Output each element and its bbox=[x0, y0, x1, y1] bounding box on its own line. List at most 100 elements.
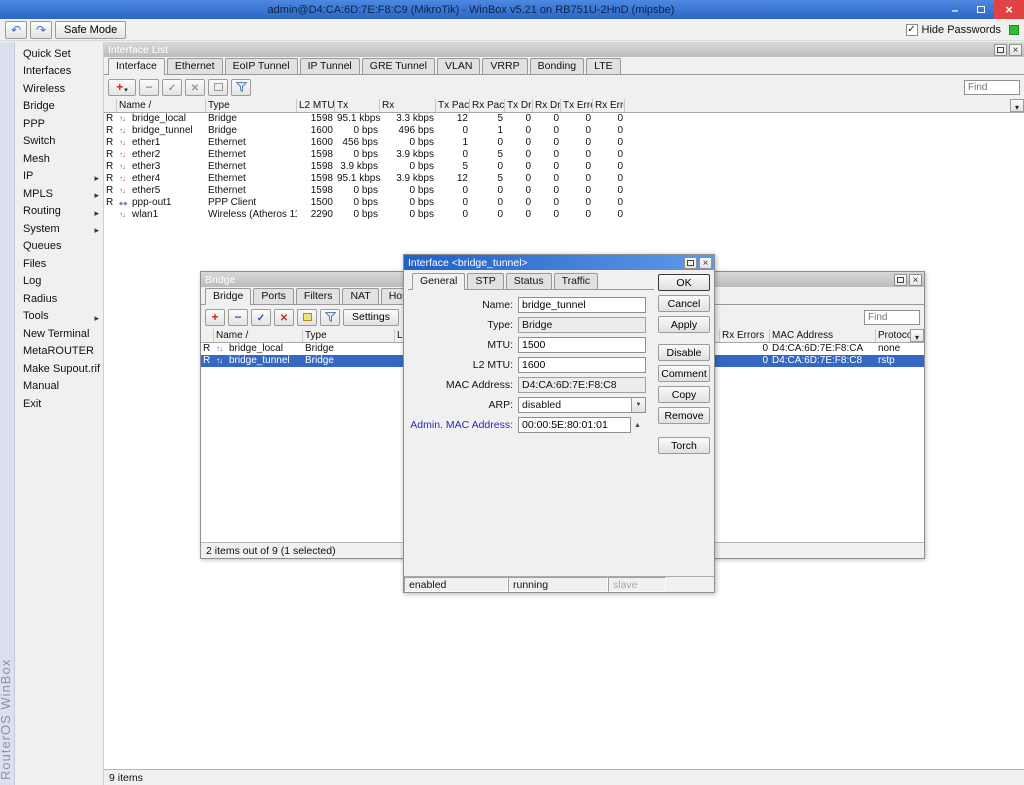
column-header-mac-address[interactable]: MAC Address bbox=[770, 329, 876, 342]
dialog-action-button[interactable]: OK bbox=[658, 274, 710, 291]
sidebar-item[interactable]: Tools bbox=[15, 308, 103, 326]
comment-button[interactable] bbox=[208, 79, 228, 96]
close-button[interactable] bbox=[994, 0, 1024, 19]
sidebar-item[interactable]: Quick Set bbox=[15, 45, 103, 63]
sidebar-item[interactable]: MPLS bbox=[15, 185, 103, 203]
dialog-action-button[interactable]: Cancel bbox=[658, 295, 710, 312]
name-input[interactable] bbox=[518, 297, 646, 313]
interface-row[interactable]: R ether2 Ethernet 1598 0 bps 3.9 kbps 0 … bbox=[104, 149, 1024, 161]
tab[interactable]: STP bbox=[467, 273, 503, 289]
interface-row[interactable]: R ether4 Ethernet 1598 95.1 kbps 3.9 kbp… bbox=[104, 173, 1024, 185]
tab[interactable]: NAT bbox=[342, 288, 378, 304]
column-header-rx-errors[interactable]: Rx Errors bbox=[720, 329, 770, 342]
hide-passwords-checkbox[interactable]: Hide Passwords bbox=[906, 24, 1001, 36]
tab[interactable]: VLAN bbox=[437, 58, 480, 74]
tab[interactable]: Status bbox=[506, 273, 552, 289]
column-header-rx-drops[interactable]: Rx Drops bbox=[533, 99, 561, 112]
column-header-name[interactable]: Name / bbox=[214, 329, 303, 342]
column-header-tx-errors[interactable]: Tx Errors bbox=[561, 99, 593, 112]
interface-row[interactable]: R bridge_local Bridge 1598 95.1 kbps 3.3… bbox=[104, 113, 1024, 125]
close-window-button[interactable] bbox=[1009, 44, 1022, 56]
column-selector-button[interactable] bbox=[910, 329, 924, 342]
close-window-button[interactable] bbox=[699, 257, 712, 269]
interface-list-titlebar[interactable]: Interface List bbox=[104, 42, 1024, 57]
sidebar-item[interactable]: Manual bbox=[15, 378, 103, 396]
minimize-button[interactable] bbox=[942, 0, 968, 19]
settings-button[interactable]: Settings bbox=[343, 309, 399, 326]
comment-button[interactable] bbox=[297, 309, 317, 326]
sidebar-item[interactable]: Routing bbox=[15, 203, 103, 221]
tab[interactable]: Bridge bbox=[205, 288, 251, 305]
column-header-type[interactable]: Type bbox=[303, 329, 395, 342]
sidebar-item[interactable]: Mesh bbox=[15, 150, 103, 168]
dialog-action-button[interactable]: Copy bbox=[658, 386, 710, 403]
interface-row[interactable]: R ether3 Ethernet 1598 3.9 kbps 0 bps 5 … bbox=[104, 161, 1024, 173]
dialog-titlebar[interactable]: Interface <bridge_tunnel> bbox=[404, 255, 714, 270]
arp-select[interactable]: disabled bbox=[518, 397, 646, 413]
remove-interface-button[interactable] bbox=[139, 79, 159, 96]
enable-interface-button[interactable] bbox=[162, 79, 182, 96]
close-window-button[interactable] bbox=[909, 274, 922, 286]
dialog-action-button[interactable]: Apply bbox=[658, 316, 710, 333]
tab[interactable]: IP Tunnel bbox=[300, 58, 360, 74]
maximize-button[interactable] bbox=[968, 0, 994, 19]
tab[interactable]: Filters bbox=[296, 288, 341, 304]
tab[interactable]: GRE Tunnel bbox=[362, 58, 435, 74]
sidebar-item[interactable]: System bbox=[15, 220, 103, 238]
l2mtu-input[interactable] bbox=[518, 357, 646, 373]
dialog-action-button[interactable]: Remove bbox=[658, 407, 710, 424]
interface-row[interactable]: R bridge_tunnel Bridge 1600 0 bps 496 bp… bbox=[104, 125, 1024, 137]
restore-window-button[interactable] bbox=[894, 274, 907, 286]
sidebar-item[interactable]: Switch bbox=[15, 133, 103, 151]
column-header-tx[interactable]: Tx bbox=[335, 99, 380, 112]
sidebar-item[interactable]: Queues bbox=[15, 238, 103, 256]
undo-button[interactable] bbox=[5, 21, 27, 39]
disable-bridge-button[interactable] bbox=[274, 309, 294, 326]
tab[interactable]: EoIP Tunnel bbox=[225, 58, 298, 74]
restore-window-button[interactable] bbox=[994, 44, 1007, 56]
tab[interactable]: VRRP bbox=[482, 58, 527, 74]
dialog-action-button[interactable]: Disable bbox=[658, 344, 710, 361]
sidebar-item[interactable]: Radius bbox=[15, 290, 103, 308]
column-header-tx-packets[interactable]: Tx Pac... bbox=[436, 99, 470, 112]
sidebar-item[interactable]: Make Supout.rif bbox=[15, 360, 103, 378]
tab[interactable]: Bonding bbox=[530, 58, 585, 74]
tab[interactable]: Ports bbox=[253, 288, 294, 304]
dialog-action-button[interactable]: Torch bbox=[658, 437, 710, 454]
sidebar-item[interactable]: Interfaces bbox=[15, 63, 103, 81]
tab[interactable]: LTE bbox=[586, 58, 620, 74]
sidebar-item[interactable]: Log bbox=[15, 273, 103, 291]
mtu-input[interactable] bbox=[518, 337, 646, 353]
filter-button[interactable] bbox=[320, 309, 340, 326]
app-titlebar[interactable]: admin@D4:CA:6D:7E:F8:C9 (MikroTik) - Win… bbox=[0, 0, 1024, 19]
redo-button[interactable] bbox=[30, 21, 52, 39]
column-header-type[interactable]: Type bbox=[206, 99, 297, 112]
column-header-rx[interactable]: Rx bbox=[380, 99, 436, 112]
safe-mode-button[interactable]: Safe Mode bbox=[55, 21, 126, 39]
column-header-rx-packets[interactable]: Rx Pac... bbox=[470, 99, 505, 112]
tab[interactable]: Traffic bbox=[554, 273, 599, 289]
add-interface-button[interactable] bbox=[108, 79, 136, 96]
restore-window-button[interactable] bbox=[684, 257, 697, 269]
sidebar-item[interactable]: Wireless bbox=[15, 80, 103, 98]
column-header-rx-errors[interactable]: Rx Errors bbox=[593, 99, 625, 112]
tab[interactable]: General bbox=[412, 273, 465, 290]
sidebar-item[interactable]: New Terminal bbox=[15, 325, 103, 343]
dialog-action-button[interactable]: Comment bbox=[658, 365, 710, 382]
sidebar-item[interactable]: IP bbox=[15, 168, 103, 186]
find-input[interactable] bbox=[864, 310, 920, 325]
remove-bridge-button[interactable] bbox=[228, 309, 248, 326]
filter-button[interactable] bbox=[231, 79, 251, 96]
interface-row[interactable]: R ppp-out1 PPP Client 1500 0 bps 0 bps 0… bbox=[104, 197, 1024, 209]
add-bridge-button[interactable] bbox=[205, 309, 225, 326]
sidebar-item[interactable]: PPP bbox=[15, 115, 103, 133]
interface-row[interactable]: R ether5 Ethernet 1598 0 bps 0 bps 0 0 0… bbox=[104, 185, 1024, 197]
column-selector-button[interactable] bbox=[1010, 99, 1024, 112]
sidebar-item[interactable]: Exit bbox=[15, 395, 103, 413]
disable-interface-button[interactable] bbox=[185, 79, 205, 96]
tab[interactable]: Ethernet bbox=[167, 58, 223, 74]
tab[interactable]: Interface bbox=[108, 58, 165, 75]
enable-bridge-button[interactable] bbox=[251, 309, 271, 326]
interface-row[interactable]: R ether1 Ethernet 1600 456 bps 0 bps 1 0… bbox=[104, 137, 1024, 149]
find-input[interactable] bbox=[964, 80, 1020, 95]
